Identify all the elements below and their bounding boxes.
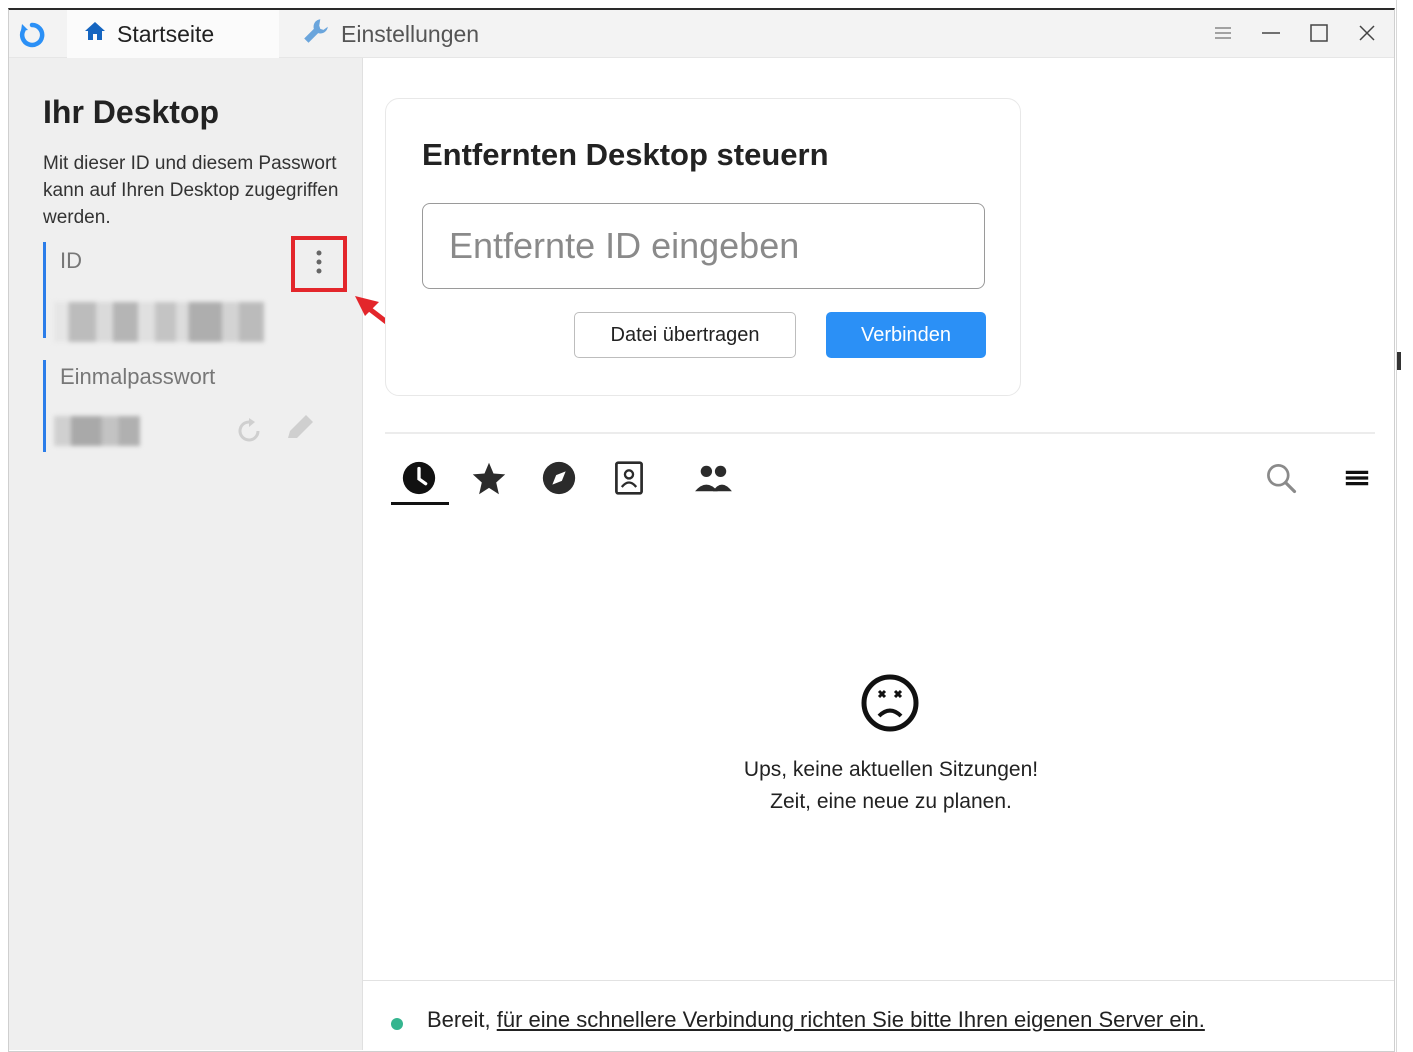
remote-id-input[interactable] — [422, 203, 985, 289]
id-value-redacted — [54, 302, 264, 342]
status-bar: Bereit, für eine schnellere Verbindung r… — [363, 980, 1394, 1050]
discovered-compass-icon[interactable] — [537, 456, 581, 500]
background-window-edge — [1396, 0, 1413, 1052]
more-vertical-icon — [314, 247, 324, 282]
sad-face-icon — [859, 672, 921, 734]
address-book-icon[interactable] — [607, 456, 651, 500]
status-text: Bereit, — [427, 1007, 491, 1032]
connect-card-title: Entfernten Desktop steuern — [422, 137, 829, 172]
status-message: Bereit, für eine schnellere Verbindung r… — [427, 1007, 1205, 1033]
left-panel-description: Mit dieser ID und diesem Passwort kann a… — [43, 153, 339, 228]
tab-home-label: Startseite — [117, 20, 215, 47]
list-view-icon[interactable] — [1335, 456, 1379, 500]
tab-home[interactable]: Startseite — [67, 10, 279, 58]
refresh-password-icon[interactable] — [232, 414, 266, 448]
section-divider — [385, 432, 1375, 434]
connect-button[interactable]: Verbinden — [826, 312, 986, 358]
empty-sessions-message: Ups, keine aktuellen Sitzungen! — [743, 758, 1039, 781]
id-label: ID — [60, 248, 82, 273]
empty-sessions-hint: Zeit, eine neue zu planen. — [770, 790, 1012, 813]
search-icon[interactable] — [1259, 456, 1303, 500]
status-indicator-dot — [391, 1018, 403, 1030]
maximize-icon[interactable] — [1306, 20, 1332, 46]
close-icon[interactable] — [1354, 20, 1380, 46]
wrench-icon — [301, 16, 331, 52]
title-bar: Startseite Einstellungen — [9, 10, 1394, 58]
id-more-button[interactable] — [291, 236, 347, 292]
app-window: Startseite Einstellungen Ihr Desktop Mit… — [8, 8, 1395, 1052]
recent-clock-icon[interactable] — [397, 456, 441, 500]
window-controls — [1210, 20, 1380, 46]
left-panel: Ihr Desktop Mit dieser ID und diesem Pas… — [9, 58, 363, 1050]
setup-server-link[interactable]: für eine schnellere Verbindung richten S… — [497, 1007, 1205, 1032]
app-logo-icon — [19, 22, 45, 48]
tab-settings-label: Einstellungen — [341, 20, 480, 47]
home-icon — [83, 19, 107, 49]
active-tab-indicator — [391, 502, 449, 505]
sessions-tab-bar — [385, 450, 1375, 510]
tab-settings[interactable]: Einstellungen — [299, 10, 479, 58]
id-section: ID — [43, 236, 347, 342]
edge-marker — [1397, 352, 1401, 370]
password-label: Einmalpasswort — [60, 364, 216, 389]
edit-password-icon[interactable] — [282, 410, 318, 446]
password-value-redacted — [54, 416, 140, 446]
group-icon[interactable] — [691, 456, 735, 500]
connect-card: Entfernten Desktop steuern Datei übertra… — [385, 98, 1021, 396]
left-panel-title: Ihr Desktop — [43, 94, 220, 130]
minimize-icon[interactable] — [1258, 20, 1284, 46]
menu-icon[interactable] — [1210, 20, 1236, 46]
password-section: Einmalpasswort — [43, 360, 343, 452]
file-transfer-button[interactable]: Datei übertragen — [574, 312, 796, 358]
favorites-star-icon[interactable] — [467, 456, 511, 500]
